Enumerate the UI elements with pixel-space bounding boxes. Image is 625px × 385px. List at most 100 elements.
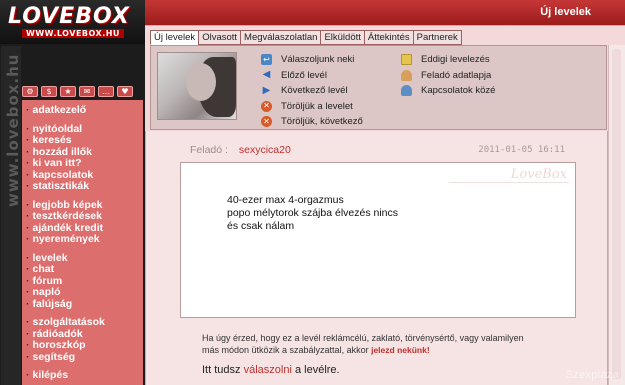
sidebar-item-label: legjobb képek (32, 198, 103, 211)
bullet-icon: · (26, 198, 30, 211)
add-to-contacts-button[interactable]: Kapcsolatok közé (401, 83, 495, 99)
mail-icon[interactable]: ✉ (79, 86, 95, 97)
report-notice: Ha úgy érzed, hogy ez a levél reklámcélú… (202, 332, 532, 356)
conversation-history-button[interactable]: Eddigi levelezés (401, 52, 495, 68)
site-logo[interactable]: LOVEBOX WWW.LOVEBOX.HU (0, 0, 145, 44)
bullet-icon: · (26, 286, 30, 298)
report-link[interactable]: jelezd nekünk! (371, 345, 430, 355)
sender-name-link[interactable]: sexycica20 (239, 144, 291, 156)
bullet-icon: · (26, 168, 30, 181)
bullet-icon: · (26, 210, 30, 222)
quick-icon-bar: ⚙ $ ★ ✉ … ♥ (22, 86, 143, 100)
star-icon[interactable]: ★ (60, 86, 76, 97)
sidebar-group: · levelek · chat · fórum · napló · falújság (26, 251, 143, 311)
sidebar-item-label: rádióadók (32, 327, 83, 340)
chat-icon[interactable]: … (98, 86, 114, 97)
sidebar-item[interactable]: · segítség (26, 350, 143, 364)
message-toolbar: ↩ Válaszoljunk neki ◀ Előző levél ▶ Köve… (150, 45, 607, 130)
left-column: LOVEBOX WWW.LOVEBOX.HU www.lovebox.hu ⚙ … (0, 0, 145, 385)
tab-olvasott[interactable]: Olvasott (198, 30, 241, 45)
tab-partnerek[interactable]: Partnerek (412, 30, 462, 45)
sender-avatar[interactable] (157, 52, 237, 120)
delete-label: Töröljük a levelet (281, 100, 353, 112)
folder-icon (401, 54, 412, 66)
tab-attekintes[interactable]: Áttekintés (363, 30, 413, 45)
message-area: Feladó : sexycica20 2011-01-05 16:11 Lov… (145, 131, 608, 385)
contacts-label: Kapcsolatok közé (421, 85, 496, 97)
bullet-icon: · (26, 350, 30, 363)
bullet-icon: · (26, 274, 30, 287)
bullet-icon: · (26, 180, 30, 192)
history-label: Eddigi levelezés (421, 54, 490, 66)
sidebar-item[interactable]: · falújság (26, 297, 143, 311)
gear-icon[interactable]: ⚙ (22, 86, 38, 97)
sidebar-item[interactable]: · statisztikák (26, 180, 143, 193)
sidebar-group: · nyitóoldal · keresés · hozzád illők · ki van … (26, 122, 143, 193)
sender-profile-button[interactable]: Feladó adatlapja (401, 68, 495, 84)
dollar-icon[interactable]: $ (41, 86, 57, 97)
reply-link[interactable]: válaszolni (244, 364, 292, 376)
message-body: 40-ezer max 4-orgazmus popo mélytorok sz… (227, 194, 398, 233)
reply-label: Válaszoljunk neki (281, 54, 355, 66)
delete-message-button[interactable]: ✕ Töröljük a levelet (261, 99, 363, 115)
heart-icon[interactable]: ♥ (117, 86, 133, 97)
sidebar-item-label: tesztkérdések (32, 210, 102, 222)
message-watermark: LoveBox (510, 167, 567, 182)
previous-message-button[interactable]: ◀ Előző levél (261, 68, 363, 84)
message-date: 2011-01-05 16:11 (478, 145, 565, 155)
reply-prompt: Itt tudsz válaszolni a levélre. (202, 364, 340, 376)
bullet-icon: · (26, 134, 30, 146)
sidebar-item-label: falújság (32, 297, 73, 310)
sidebar-item-label: horoszkóp (32, 339, 86, 351)
bullet-icon: · (26, 251, 30, 264)
previous-label: Előző levél (281, 69, 327, 81)
bullet-icon: · (26, 145, 30, 158)
sidebar-item[interactable]: · kilépés (26, 369, 143, 382)
sidebar-item[interactable]: · nyeremények (26, 233, 143, 246)
bullet-icon: · (26, 263, 30, 275)
action-column-secondary: Eddigi levelezés Feladó adatlapja Kapcso… (401, 52, 495, 99)
delete-icon: ✕ (261, 100, 272, 112)
sidebar-group: · legjobb képek · tesztkérdések · ajándék kre… (26, 198, 143, 246)
sidebar-group: · adatkezelő (26, 104, 143, 117)
bullet-icon: · (26, 157, 30, 169)
next-label: Következő levél (281, 85, 348, 97)
bullet-icon: · (26, 327, 30, 340)
sidebar-group: · szolgáltatások · rádióadók · horoszkóp · segí… (26, 316, 143, 364)
vertical-brand-text: www.lovebox.hu (4, 54, 21, 208)
profile-label: Feladó adatlapja (421, 69, 492, 81)
bullet-icon: · (26, 369, 30, 381)
sidebar-item-label: nyitóoldal (32, 122, 83, 135)
sidebar-item-label: ki van itt? (32, 157, 82, 169)
arrow-left-icon: ◀ (262, 69, 271, 81)
reply-button[interactable]: ↩ Válaszoljunk neki (261, 52, 363, 68)
top-bar: Új levelek (145, 0, 625, 26)
arrow-right-icon: ▶ (262, 84, 271, 96)
avatar-face (186, 63, 216, 101)
sidebar-item-label: adatkezelő (32, 104, 87, 116)
reply-suffix: a levélre. (294, 364, 340, 376)
sidebar-item-label: chat (32, 263, 55, 275)
next-message-button[interactable]: ▶ Következő levél (261, 83, 363, 99)
bullet-icon: · (26, 233, 30, 245)
logo-wordmark: LOVEBOX (8, 4, 130, 29)
vertical-brand-strip: www.lovebox.hu (1, 46, 21, 385)
delete-and-next-button[interactable]: ✕ Töröljük, következő (261, 114, 363, 130)
page-title: Új levelek (540, 6, 591, 18)
message-line: és csak nálam (227, 220, 295, 232)
sidebar-item-label: statisztikák (32, 180, 90, 192)
tab-uj-levelek[interactable]: Új levelek (150, 30, 199, 45)
mail-tabs: Új levelek Olvasott Megválaszolatlan Elk… (150, 30, 462, 45)
sidebar-item-label: napló (32, 286, 61, 298)
sidebar-item[interactable]: · adatkezelő (26, 104, 143, 117)
message-body-box: LoveBox 40-ezer max 4-orgazmus popo mély… (180, 162, 576, 318)
vertical-scrollbar[interactable] (608, 45, 625, 385)
scrollbar-track[interactable] (612, 49, 621, 379)
bullet-icon: · (26, 297, 30, 310)
sidebar-item-label: nyeremények (32, 233, 100, 245)
tab-megvalaszolatlan[interactable]: Megválaszolatlan (240, 30, 321, 45)
bullet-icon: · (26, 316, 30, 328)
sidebar-item-label: kapcsolatok (32, 168, 94, 181)
sidebar-item-label: hozzád illők (32, 145, 93, 158)
tab-elkuldott[interactable]: Elküldött (320, 30, 364, 45)
